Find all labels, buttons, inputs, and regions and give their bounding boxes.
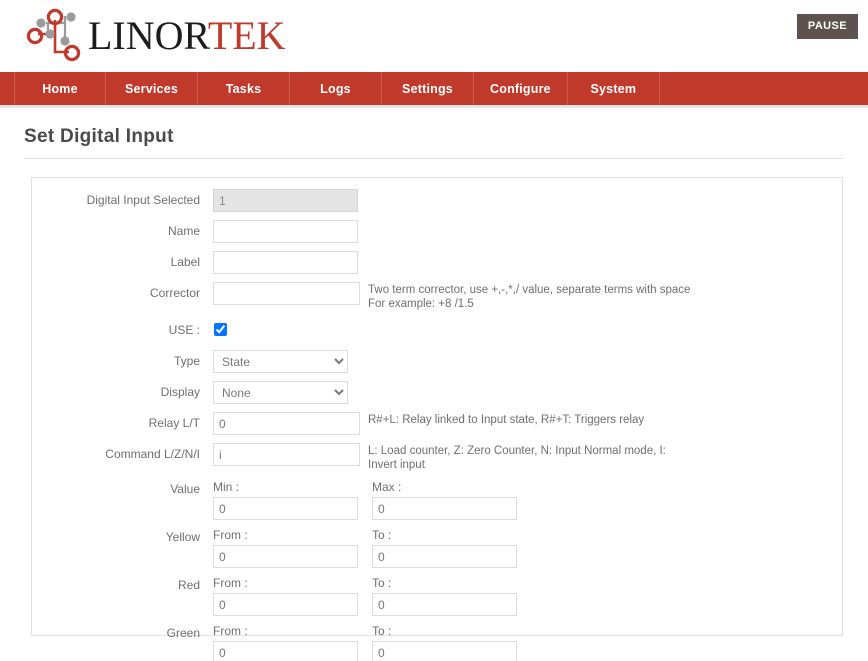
row-yellow: Yellow From : To : (32, 528, 842, 568)
row-name: Name (32, 220, 842, 243)
row-corrector: Corrector Two term corrector, use +,-,*,… (32, 282, 842, 311)
nav-item-settings[interactable]: Settings (382, 72, 474, 105)
title-divider (24, 158, 844, 159)
nav-item-tasks[interactable]: Tasks (198, 72, 290, 105)
label-green-to: To : (372, 624, 392, 638)
label-use: USE : (168, 323, 200, 337)
label-value-max: Max : (372, 480, 402, 494)
row-command: Command L/Z/N/I L: Load counter, Z: Zero… (32, 443, 842, 472)
circuit-node-logo-icon (26, 8, 81, 62)
label-value-min: Min : (213, 480, 240, 494)
corrector-input[interactable] (213, 282, 360, 305)
row-digital-input-selected: Digital Input Selected (32, 189, 842, 212)
red-from-input[interactable] (213, 593, 358, 616)
label-red-from: From : (213, 576, 248, 590)
row-red: Red From : To : (32, 576, 842, 616)
page-title-section: Set Digital Input (24, 108, 844, 159)
nav-item-home[interactable]: Home (14, 72, 106, 105)
row-display: Display None (32, 381, 842, 404)
relay-input[interactable] (213, 412, 360, 435)
red-to-group: To : (372, 576, 529, 616)
row-label: Label (32, 251, 842, 274)
main-navigation: Home Services Tasks Logs Settings Config… (0, 72, 868, 108)
label-green-from: From : (213, 624, 248, 638)
brand-logo[interactable]: LINORTEK (24, 6, 286, 66)
corrector-help-line-1: Two term corrector, use +,-,*,/ value, s… (368, 284, 691, 296)
value-max-input[interactable] (372, 497, 517, 520)
label-input[interactable] (213, 251, 358, 274)
yellow-from-group: From : (213, 528, 370, 568)
label-relay: Relay L/T (148, 416, 200, 430)
label-display: Display (160, 385, 200, 399)
value-min-group: Min : (213, 480, 370, 520)
row-relay: Relay L/T R#+L: Relay linked to Input st… (32, 412, 842, 435)
relay-help-text: R#+L: Relay linked to Input state, R#+T:… (368, 414, 645, 426)
label-value: Value (170, 482, 200, 496)
green-to-input[interactable] (372, 641, 517, 661)
label-red: Red (177, 578, 200, 592)
label-yellow-from: From : (213, 528, 248, 542)
label-digital-input-selected: Digital Input Selected (86, 193, 200, 207)
command-help-text: L: Load counter, Z: Zero Counter, N: Inp… (368, 445, 666, 471)
label-label: Label (170, 255, 200, 269)
corrector-help-line-2: For example: +8 /1.5 (368, 298, 474, 310)
pause-button[interactable]: PAUSE (796, 14, 858, 39)
type-select[interactable]: State (213, 350, 348, 373)
red-to-input[interactable] (372, 593, 517, 616)
display-select[interactable]: None (213, 381, 348, 404)
green-from-group: From : (213, 624, 370, 661)
label-name: Name (167, 224, 200, 238)
nav-item-system[interactable]: System (568, 72, 660, 105)
green-from-input[interactable] (213, 641, 358, 661)
nav-filler (660, 72, 868, 105)
row-type: Type State (32, 350, 842, 373)
label-command: Command L/Z/N/I (105, 447, 200, 461)
value-min-input[interactable] (213, 497, 358, 520)
brand-wordmark-red: TEK (207, 13, 286, 58)
value-max-group: Max : (372, 480, 529, 520)
nav-item-logs[interactable]: Logs (290, 72, 382, 105)
yellow-to-input[interactable] (372, 545, 517, 568)
page-title: Set Digital Input (24, 126, 174, 147)
page-header: LINORTEK PAUSE (0, 0, 868, 72)
brand-wordmark: LINORTEK (88, 16, 286, 56)
use-checkbox[interactable] (214, 323, 227, 336)
label-type: Type (173, 354, 200, 368)
red-from-group: From : (213, 576, 370, 616)
row-green: Green From : To : (32, 624, 842, 661)
label-corrector: Corrector (149, 286, 200, 300)
command-input[interactable] (213, 443, 360, 466)
label-red-to: To : (372, 576, 392, 590)
label-green: Green (166, 626, 200, 640)
nav-item-services[interactable]: Services (106, 72, 198, 105)
green-to-group: To : (372, 624, 529, 661)
label-yellow: Yellow (165, 530, 200, 544)
name-input[interactable] (213, 220, 358, 243)
row-use: USE : (32, 319, 842, 342)
yellow-to-group: To : (372, 528, 529, 568)
corrector-help-text: Two term corrector, use +,-,*,/ value, s… (368, 282, 690, 311)
digital-input-form: Digital Input Selected Name Label Correc… (31, 177, 843, 661)
digital-input-selected-field (213, 189, 358, 212)
brand-wordmark-dark: LINOR (88, 13, 208, 58)
yellow-from-input[interactable] (213, 545, 358, 568)
row-value-range: Value Min : Max : (32, 480, 842, 520)
label-yellow-to: To : (372, 528, 392, 542)
nav-item-configure[interactable]: Configure (474, 72, 568, 105)
